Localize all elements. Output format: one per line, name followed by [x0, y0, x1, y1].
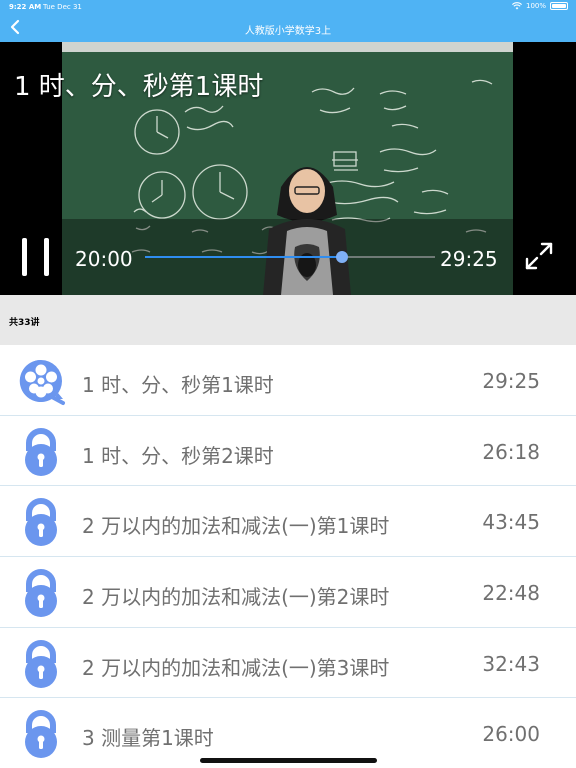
lesson-count: 共33讲	[9, 318, 40, 328]
lesson-title: 1 时、分、秒第1课时	[82, 373, 274, 397]
video-title: 1 时、分、秒第1课时	[14, 72, 264, 102]
lock-icon	[16, 427, 66, 477]
pause-button[interactable]	[20, 238, 52, 276]
home-indicator[interactable]	[200, 758, 377, 763]
lesson-duration: 43:45	[482, 510, 540, 535]
status-time: 9:22 AM	[9, 3, 42, 11]
board-top	[62, 42, 513, 52]
lesson-duration: 32:43	[482, 651, 540, 676]
current-time: 20:00	[75, 247, 133, 271]
seek-bar-fill	[145, 256, 343, 258]
lesson-list: 1 时、分、秒第1课时 29:25 1 时、分、秒第2课时 26:18 2 万以…	[0, 345, 576, 768]
lesson-title: 1 时、分、秒第2课时	[82, 443, 274, 468]
video-player[interactable]: 1 时、分、秒第1课时 20:00 29:25	[0, 42, 576, 295]
total-time: 29:25	[440, 247, 498, 271]
pause-icon-bar	[44, 238, 49, 276]
lesson-title: 3 测量第1课时	[82, 726, 214, 751]
status-right: 100%	[512, 2, 568, 10]
seek-bar[interactable]	[145, 251, 435, 263]
pause-icon	[22, 238, 27, 276]
fullscreen-button[interactable]	[524, 241, 554, 271]
lesson-row-4[interactable]: 2 万以内的加法和减法(一)第2课时 22:48	[0, 557, 576, 628]
lesson-title: 2 万以内的加法和减法(一)第3课时	[82, 655, 390, 680]
lesson-duration: 26:18	[482, 439, 540, 464]
lock-icon	[16, 639, 66, 689]
status-date: Tue Dec 31	[43, 3, 82, 11]
lesson-duration: 26:00	[482, 722, 540, 747]
lock-icon	[16, 497, 66, 547]
lesson-count-header: 共33讲	[0, 295, 576, 345]
battery-icon	[550, 2, 568, 10]
lesson-row-3[interactable]: 2 万以内的加法和减法(一)第1课时 43:45	[0, 486, 576, 558]
lock-icon	[16, 709, 66, 759]
page-title: 人教版小学数学3上	[244, 26, 332, 37]
lesson-row-2[interactable]: 1 时、分、秒第2课时 26:18	[0, 416, 576, 487]
film-reel-icon	[16, 356, 66, 406]
nav-bar: 人教版小学数学3上	[0, 14, 576, 42]
lesson-title: 2 万以内的加法和减法(一)第1课时	[82, 514, 390, 539]
lesson-duration: 22:48	[482, 581, 540, 606]
lesson-duration: 29:25	[482, 369, 540, 393]
status-bar: 9:22 AM Tue Dec 31 100%	[0, 0, 576, 14]
fullscreen-icon	[525, 242, 553, 270]
lesson-title: 2 万以内的加法和减法(一)第2课时	[82, 585, 390, 610]
wifi-icon	[512, 2, 522, 10]
lesson-row-1[interactable]: 1 时、分、秒第1课时 29:25	[0, 345, 576, 416]
battery-percent: 100%	[525, 2, 546, 10]
lock-icon	[16, 568, 66, 618]
lesson-row-5[interactable]: 2 万以内的加法和减法(一)第3课时 32:43	[0, 628, 576, 699]
